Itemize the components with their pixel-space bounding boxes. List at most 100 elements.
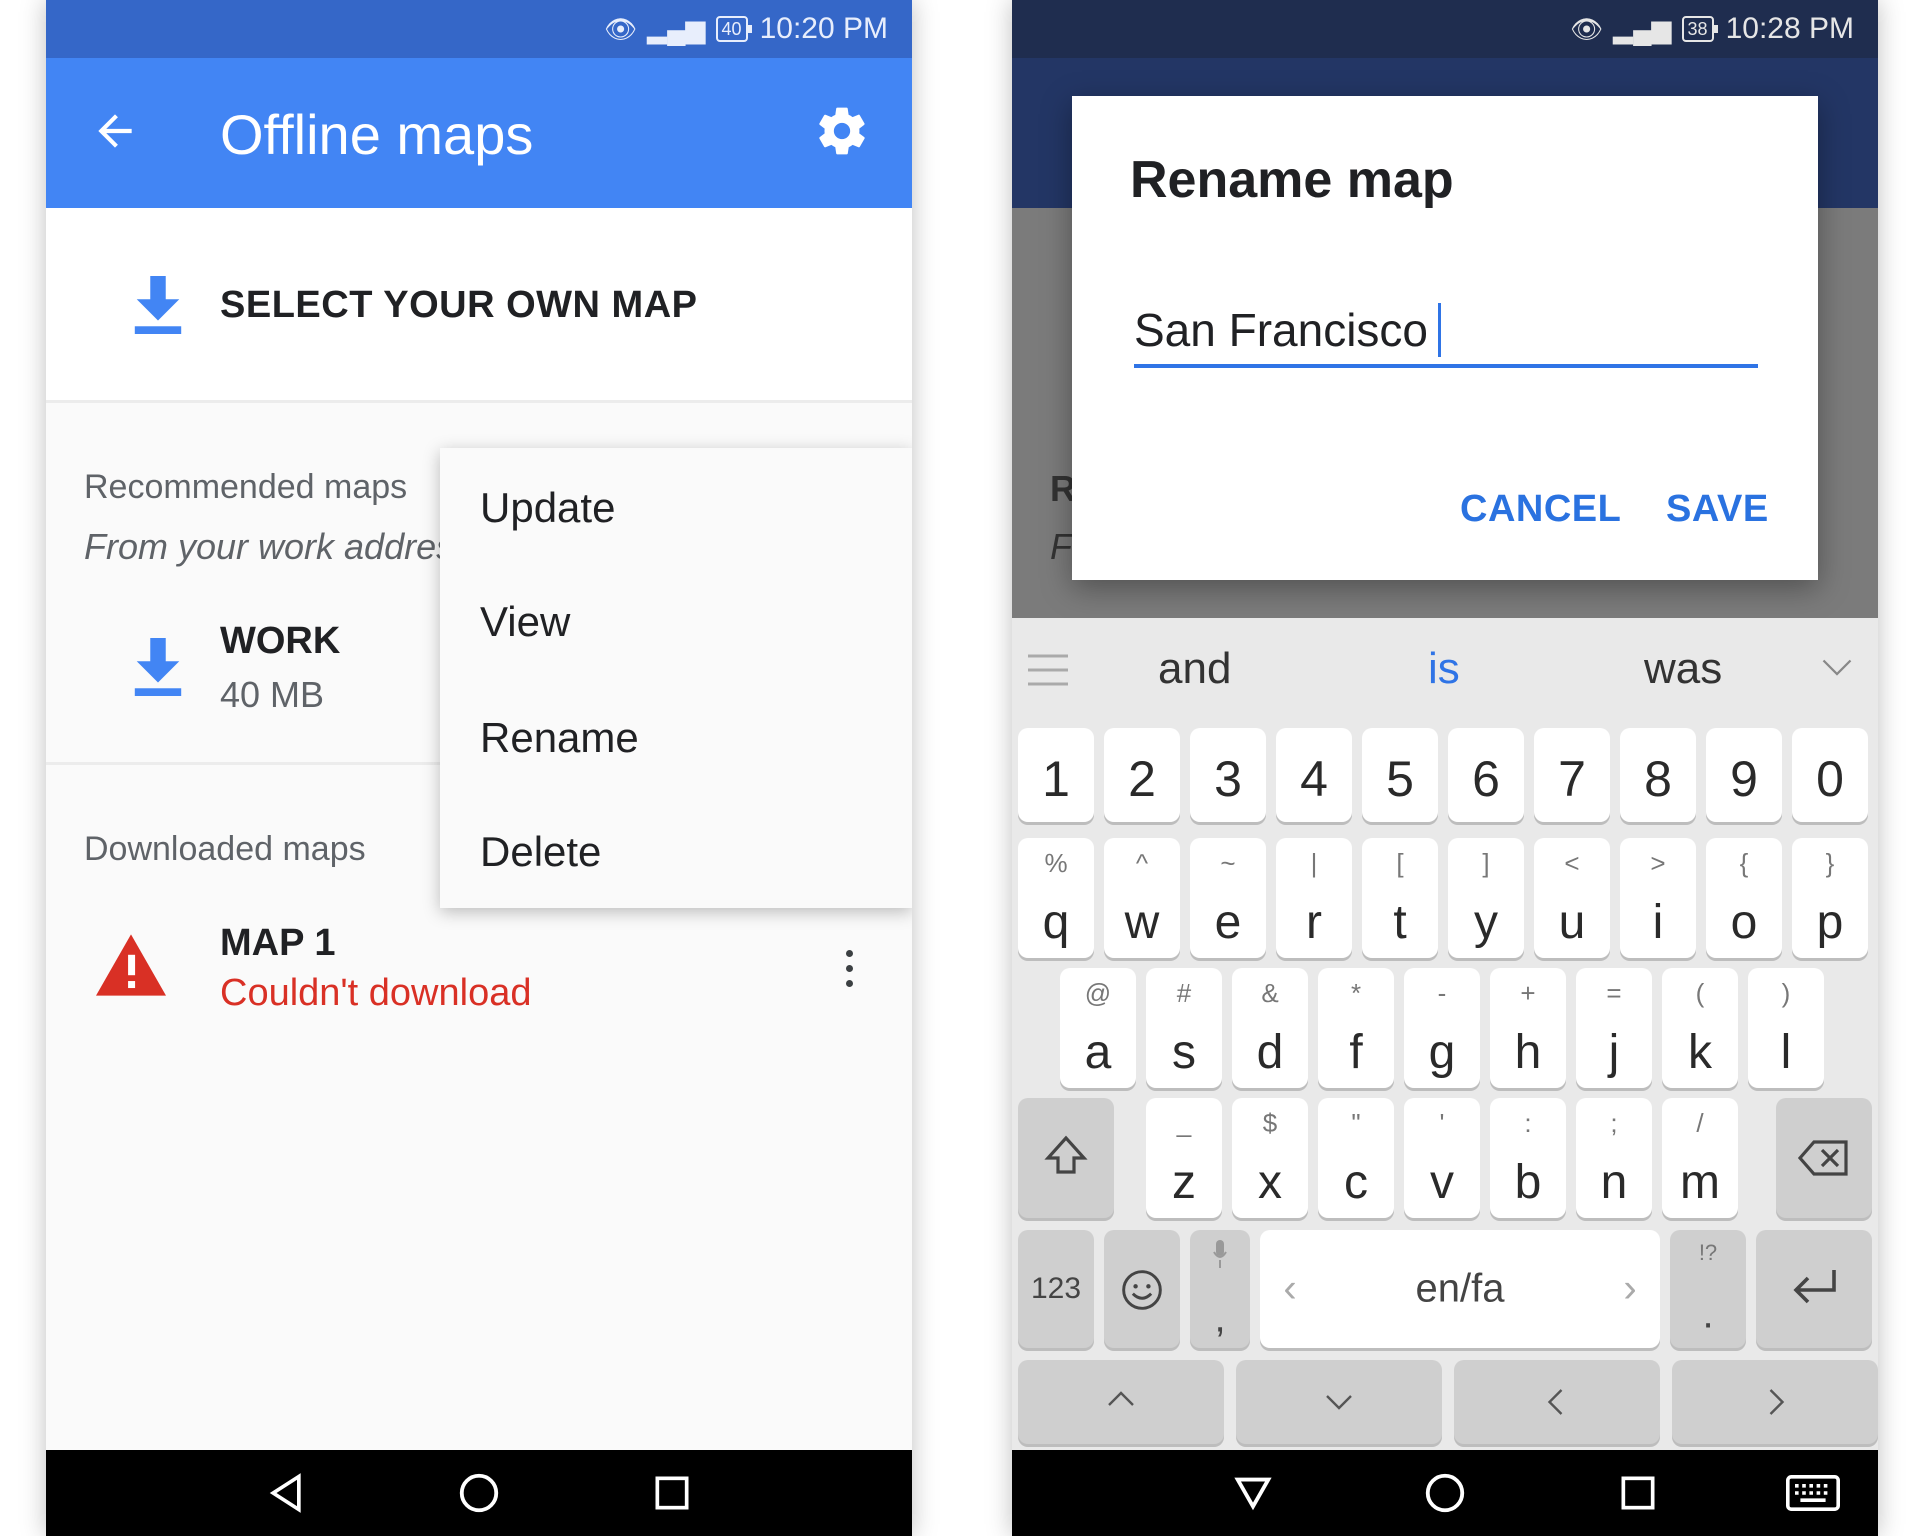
cursor-right-icon [1769,1389,1785,1415]
select-own-map-row[interactable]: SELECT YOUR OWN MAP [46,208,912,403]
key-a[interactable]: @ a [1060,968,1136,1088]
signal-icon: ▂▄▆ [1613,13,1672,44]
menu-icon[interactable] [1028,654,1068,686]
period-key[interactable]: !?. [1670,1230,1746,1348]
key-1[interactable]: 1 [1018,728,1094,822]
suggestion-word[interactable]: is [1428,644,1460,694]
recommended-maps-heading: Recommended maps [84,468,408,506]
key-5[interactable]: 5 [1362,728,1438,822]
home-nav-icon[interactable] [1422,1470,1468,1516]
recents-nav-icon[interactable] [650,1470,694,1516]
battery-icon: 38 [1681,16,1718,42]
key-n[interactable]: ; n [1576,1098,1652,1218]
cursor-down-key[interactable] [1236,1360,1442,1444]
downloaded-maps-heading: Downloaded maps [84,830,366,868]
key-secondary-label: ) [1781,978,1791,1008]
backspace-key[interactable] [1776,1098,1872,1218]
key-6[interactable]: 6 [1448,728,1524,822]
key-label: . [1702,1292,1714,1337]
key-t[interactable]: [t [1362,838,1438,958]
status-icons: 👁 ▂▄▆ 40 [604,14,752,45]
menu-item-update[interactable]: Update [480,484,615,532]
key-b[interactable]: :b [1490,1098,1566,1218]
key-o[interactable]: {o [1706,838,1782,958]
key-f[interactable]: * f [1318,968,1394,1088]
microphone-icon [1213,1240,1227,1268]
key-secondary-label: [ [1396,848,1404,878]
key-label: 5 [1386,751,1414,807]
enter-key[interactable] [1756,1230,1872,1348]
enter-icon [1793,1270,1836,1304]
key-secondary-label: < [1564,848,1580,878]
key-r[interactable]: | r [1276,838,1352,958]
cursor-up-icon [1108,1391,1134,1406]
menu-item-view[interactable]: View [480,598,570,646]
key-c[interactable]: " c [1318,1098,1394,1218]
more-vert-icon[interactable] [842,950,856,996]
back-arrow-icon[interactable] [90,106,140,156]
map-1-name: MAP 1 [220,922,336,964]
key-q[interactable]: % q [1018,838,1094,958]
key-secondary-label: # [1176,978,1192,1008]
map-name-input[interactable]: San Francisco [1134,296,1758,368]
map-1-row[interactable]: MAP 1 Couldn't download [46,910,912,1030]
key-x[interactable]: $ x [1232,1098,1308,1218]
key-4[interactable]: 4 [1276,728,1352,822]
key-k[interactable]: (k [1662,968,1738,1088]
key-u[interactable]: < u [1534,838,1610,958]
menu-item-rename[interactable]: Rename [480,714,639,762]
status-time: 10:28 PM [1725,12,1854,45]
key-3[interactable]: 3 [1190,728,1266,822]
recents-nav-icon[interactable] [1616,1470,1660,1516]
key-i[interactable]: > i [1620,838,1696,958]
key-m[interactable]: / m [1662,1098,1738,1218]
key-y[interactable]: ] y [1448,838,1524,958]
gear-icon[interactable] [814,103,870,159]
eye-icon: 👁 [1570,13,1604,44]
key-d[interactable]: & d [1232,968,1308,1088]
shift-key[interactable] [1018,1098,1114,1218]
cursor-left-key[interactable] [1454,1360,1660,1444]
key-l[interactable]: ) l [1748,968,1824,1088]
back-nav-icon[interactable] [264,1470,308,1516]
key-secondary-label: ~ [1220,848,1236,878]
suggestion-word[interactable]: and [1158,644,1231,694]
home-nav-icon[interactable] [456,1470,502,1516]
numbers-mode-key[interactable]: 123 [1018,1230,1094,1348]
save-button[interactable]: SAVE [1666,488,1769,531]
suggestion-word[interactable]: was [1644,644,1722,694]
key-8[interactable]: 8 [1620,728,1696,822]
chevron-down-icon[interactable] [1822,658,1852,678]
key-e[interactable]: ~ e [1190,838,1266,958]
menu-item-delete[interactable]: Delete [480,828,601,876]
hide-keyboard-nav-icon[interactable] [1230,1470,1276,1516]
key-label: 6 [1472,751,1500,807]
key-9[interactable]: 9 [1706,728,1782,822]
key-v[interactable]: ' v [1404,1098,1480,1218]
key-7[interactable]: 7 [1534,728,1610,822]
key-label: n [1600,1156,1628,1209]
page-title: Offline maps [220,103,534,166]
key-secondary-label: > [1650,848,1666,878]
key-label: 0 [1816,751,1844,807]
keyboard-switch-icon[interactable] [1786,1470,1840,1516]
key-label: z [1172,1156,1196,1209]
key-label: o [1730,896,1758,949]
key-0[interactable]: 0 [1792,728,1868,822]
key-w[interactable]: ^ w [1104,838,1180,958]
cursor-right-key[interactable] [1672,1360,1878,1444]
key-h[interactable]: + h [1490,968,1566,1088]
space-key[interactable]: ‹ en/fa › [1260,1230,1660,1348]
key-secondary-label: - [1437,978,1447,1008]
cursor-up-key[interactable] [1018,1360,1224,1444]
key-secondary-label: } [1825,848,1835,878]
key-secondary-label: & [1261,978,1279,1008]
key-2[interactable]: 2 [1104,728,1180,822]
cancel-button[interactable]: CANCEL [1460,488,1621,531]
key-g[interactable]: -g [1404,968,1480,1088]
key-p[interactable]: } p [1792,838,1868,958]
key-j[interactable]: = j [1576,968,1652,1088]
key-s[interactable]: # s [1146,968,1222,1088]
key-secondary-label: % [1044,848,1068,878]
key-z[interactable]: _ z [1146,1098,1222,1218]
